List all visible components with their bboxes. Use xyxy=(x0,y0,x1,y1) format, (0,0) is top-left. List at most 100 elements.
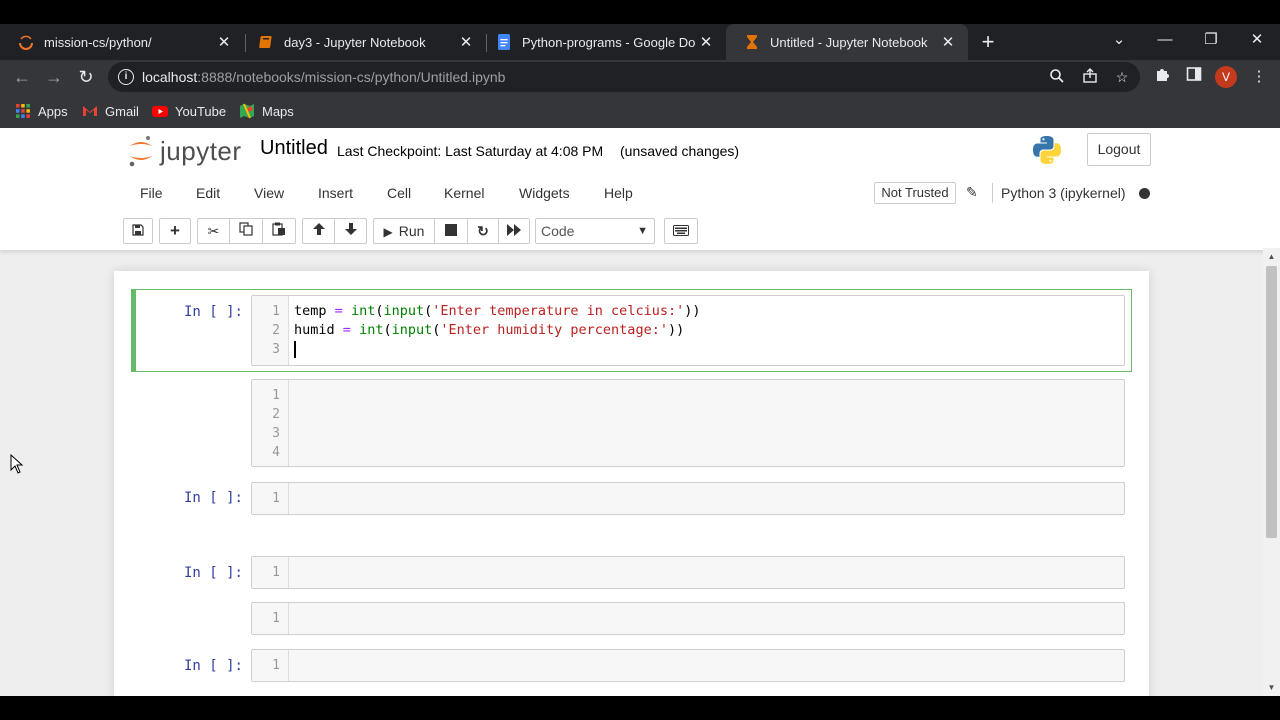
bookmark-youtube[interactable]: YouTube xyxy=(152,101,226,121)
scroll-up-arrow-icon[interactable]: ▲ xyxy=(1263,248,1280,265)
tab-untitled[interactable]: Untitled - Jupyter Notebook ✕ xyxy=(726,24,968,60)
code-editor[interactable]: 1 xyxy=(251,556,1125,589)
tab-mission-cs[interactable]: mission-cs/python/ ✕ xyxy=(0,24,244,60)
menu-file[interactable]: File xyxy=(140,185,163,201)
apps-grid-icon xyxy=(15,103,31,119)
bookmark-maps[interactable]: Maps xyxy=(239,101,294,121)
cut-button[interactable]: ✂ xyxy=(197,218,230,244)
restore-icon[interactable]: ❐ xyxy=(1188,24,1234,60)
jupyter-page: jupyter Untitled Last Checkpoint: Last S… xyxy=(0,128,1280,696)
copy-button[interactable] xyxy=(229,218,263,244)
tab-label: day3 - Jupyter Notebook xyxy=(284,34,426,50)
scroll-down-arrow-icon[interactable]: ▼ xyxy=(1263,679,1280,696)
tab-search-icon[interactable]: ⌄ xyxy=(1096,24,1142,60)
logout-button[interactable]: Logout xyxy=(1087,133,1151,166)
move-up-button[interactable] xyxy=(302,218,335,244)
edit-pencil-icon[interactable]: ✎ xyxy=(966,184,978,201)
code-paren: )) xyxy=(684,303,701,319)
scrollbar-thumb[interactable] xyxy=(1266,266,1277,538)
run-button[interactable]: ▶ Run xyxy=(373,218,435,244)
code-cell[interactable]: In [ ]: 1 xyxy=(131,477,1132,517)
code-editor[interactable]: 1 xyxy=(251,602,1125,635)
menu-view[interactable]: View xyxy=(254,185,284,201)
save-button[interactable] xyxy=(123,218,153,244)
code-cell[interactable]: 1 xyxy=(131,599,1132,637)
address-bar[interactable]: i localhost:8888/notebooks/mission-cs/py… xyxy=(108,62,1140,92)
not-trusted-button[interactable]: Not Trusted xyxy=(874,182,956,204)
close-icon[interactable]: ✕ xyxy=(696,33,716,51)
code-string: 'Enter temperature in celcius:' xyxy=(432,303,685,319)
line-number: 3 xyxy=(272,342,280,357)
code-variable: temp xyxy=(294,303,327,319)
menu-bar: File Edit View Insert Cell Kernel Widget… xyxy=(123,176,1158,210)
command-palette-button[interactable] xyxy=(664,218,698,244)
bookmark-star-icon[interactable]: ☆ xyxy=(1113,68,1131,86)
python-logo-icon xyxy=(1033,136,1061,164)
code-cell[interactable]: In [ ]: 1 2 3 temp = int(input('Enter te… xyxy=(131,289,1132,372)
code-cell[interactable]: In [ ]: 1 xyxy=(131,551,1132,591)
code-cell[interactable]: In [ ]: 1 xyxy=(131,643,1132,683)
move-down-button[interactable] xyxy=(334,218,367,244)
close-icon[interactable]: ✕ xyxy=(214,33,234,51)
play-icon: ▶ xyxy=(383,225,393,239)
code-builtin: int xyxy=(350,303,376,319)
menu-help[interactable]: Help xyxy=(604,185,633,201)
more-menu-icon[interactable]: ⋮ xyxy=(1248,66,1270,88)
menu-cell[interactable]: Cell xyxy=(387,185,411,201)
tab-google-docs[interactable]: Python-programs - Google Docs ✕ xyxy=(478,24,726,60)
tab-strip: mission-cs/python/ ✕ day3 - Jupyter Note… xyxy=(0,24,1280,60)
restart-button[interactable]: ↻ xyxy=(467,218,499,244)
jupyter-logo[interactable]: jupyter xyxy=(128,134,242,168)
menu-edit[interactable]: Edit xyxy=(196,185,220,201)
code-editor[interactable]: 1 xyxy=(251,649,1125,682)
unsaved-status: (unsaved changes) xyxy=(620,143,740,159)
interrupt-button[interactable] xyxy=(434,218,468,244)
notebook-title[interactable]: Untitled xyxy=(260,137,328,160)
code-cell[interactable]: 1 2 3 4 xyxy=(131,377,1132,469)
bookmark-label: Gmail xyxy=(105,103,139,119)
reload-icon[interactable]: ↻ xyxy=(73,64,99,90)
zoom-icon[interactable] xyxy=(1048,68,1066,86)
share-icon[interactable] xyxy=(1081,68,1099,86)
code-paren: ( xyxy=(383,322,392,338)
bookmark-gmail[interactable]: Gmail xyxy=(82,101,139,121)
kernel-name[interactable]: Python 3 (ipykernel) xyxy=(1001,185,1126,201)
cell-type-select[interactable]: Code ▼ xyxy=(535,218,655,244)
minimize-icon[interactable]: — xyxy=(1142,24,1188,60)
new-tab-button[interactable]: + xyxy=(976,30,1000,54)
paste-button[interactable] xyxy=(262,218,296,244)
code-editor[interactable]: 1 xyxy=(251,482,1125,515)
code-editor[interactable]: 1 2 3 temp = int(input('Enter temperatur… xyxy=(251,295,1125,366)
run-label: Run xyxy=(398,223,425,239)
window-close-icon[interactable]: ✕ xyxy=(1234,24,1280,60)
site-info-icon[interactable]: i xyxy=(118,69,134,85)
forward-icon[interactable]: → xyxy=(41,64,67,90)
close-icon[interactable]: ✕ xyxy=(456,33,476,51)
line-number: 1 xyxy=(272,565,280,580)
back-icon[interactable]: ← xyxy=(9,64,35,90)
save-icon xyxy=(132,224,144,236)
menu-widgets[interactable]: Widgets xyxy=(519,185,570,201)
url-text[interactable]: localhost:8888/notebooks/mission-cs/pyth… xyxy=(142,69,505,85)
code-string: 'Enter humidity percentage:' xyxy=(440,322,668,338)
code-editor[interactable]: 1 2 3 4 xyxy=(251,379,1125,467)
bookmarks-bar: Apps Gmail YouTube Maps xyxy=(0,94,1280,128)
kernel-divider xyxy=(992,183,993,203)
bookmark-apps[interactable]: Apps xyxy=(15,101,68,121)
tab-label: Untitled - Jupyter Notebook xyxy=(770,34,928,50)
menu-kernel[interactable]: Kernel xyxy=(444,185,484,201)
stop-icon xyxy=(445,224,457,236)
code-builtin: int xyxy=(359,322,384,338)
kernel-busy-indicator xyxy=(1139,188,1150,199)
profile-avatar[interactable]: V xyxy=(1215,66,1237,88)
side-panel-icon[interactable] xyxy=(1183,66,1205,88)
restart-run-all-button[interactable] xyxy=(498,218,530,244)
bookmark-label: Apps xyxy=(38,103,68,119)
extensions-icon[interactable] xyxy=(1151,66,1173,88)
menu-insert[interactable]: Insert xyxy=(318,185,353,201)
insert-cell-button[interactable]: + xyxy=(159,218,191,244)
line-number: 4 xyxy=(272,445,280,460)
tab-day3[interactable]: day3 - Jupyter Notebook ✕ xyxy=(240,24,486,60)
paste-icon xyxy=(272,222,285,236)
close-icon[interactable]: ✕ xyxy=(938,33,958,51)
